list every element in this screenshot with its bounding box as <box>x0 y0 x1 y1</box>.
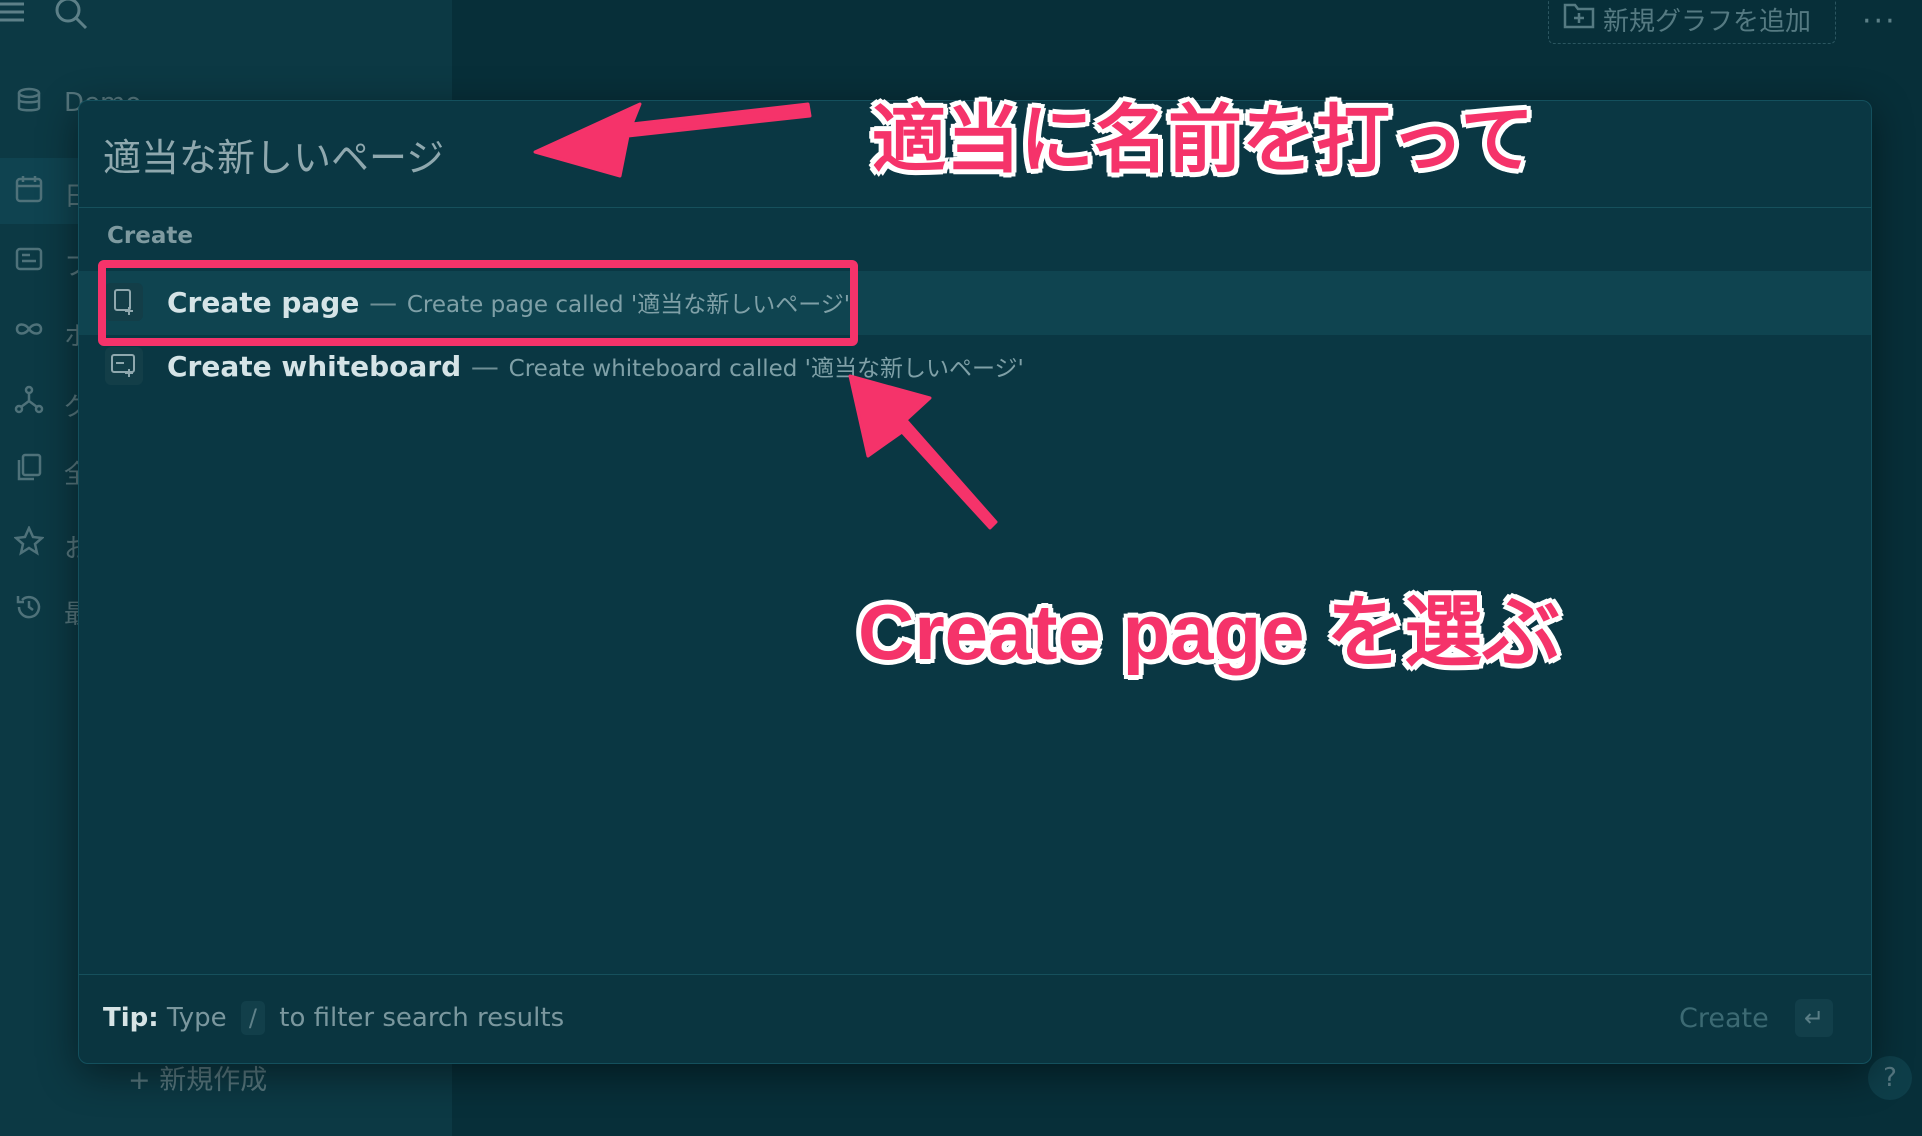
annotation-arrow-1 <box>533 102 812 178</box>
annotation-callout-select-create-page: Create page を選ぶ <box>858 588 1561 676</box>
annotation-callout-type-name: 適当に名前を打って <box>872 97 1535 183</box>
annotation-arrow-2 <box>848 374 998 530</box>
